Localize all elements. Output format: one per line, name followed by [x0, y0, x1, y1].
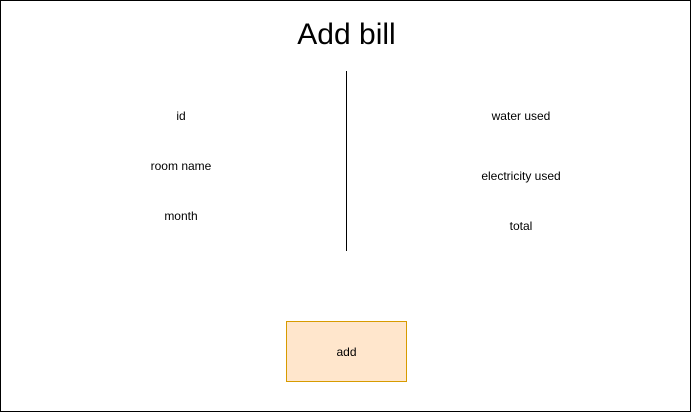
- form-frame: Add bill id room name month water used e…: [0, 0, 691, 412]
- room-name-label: room name: [150, 159, 212, 173]
- total-label: total: [509, 219, 533, 233]
- page-title: Add bill: [297, 18, 396, 51]
- month-label: month: [164, 209, 198, 223]
- electricity-used-label: electricity used: [481, 169, 561, 183]
- column-divider: [346, 71, 347, 251]
- water-used-label: water used: [491, 109, 551, 123]
- id-label: id: [176, 109, 186, 123]
- add-button[interactable]: add: [286, 321, 407, 382]
- add-button-label: add: [336, 344, 357, 359]
